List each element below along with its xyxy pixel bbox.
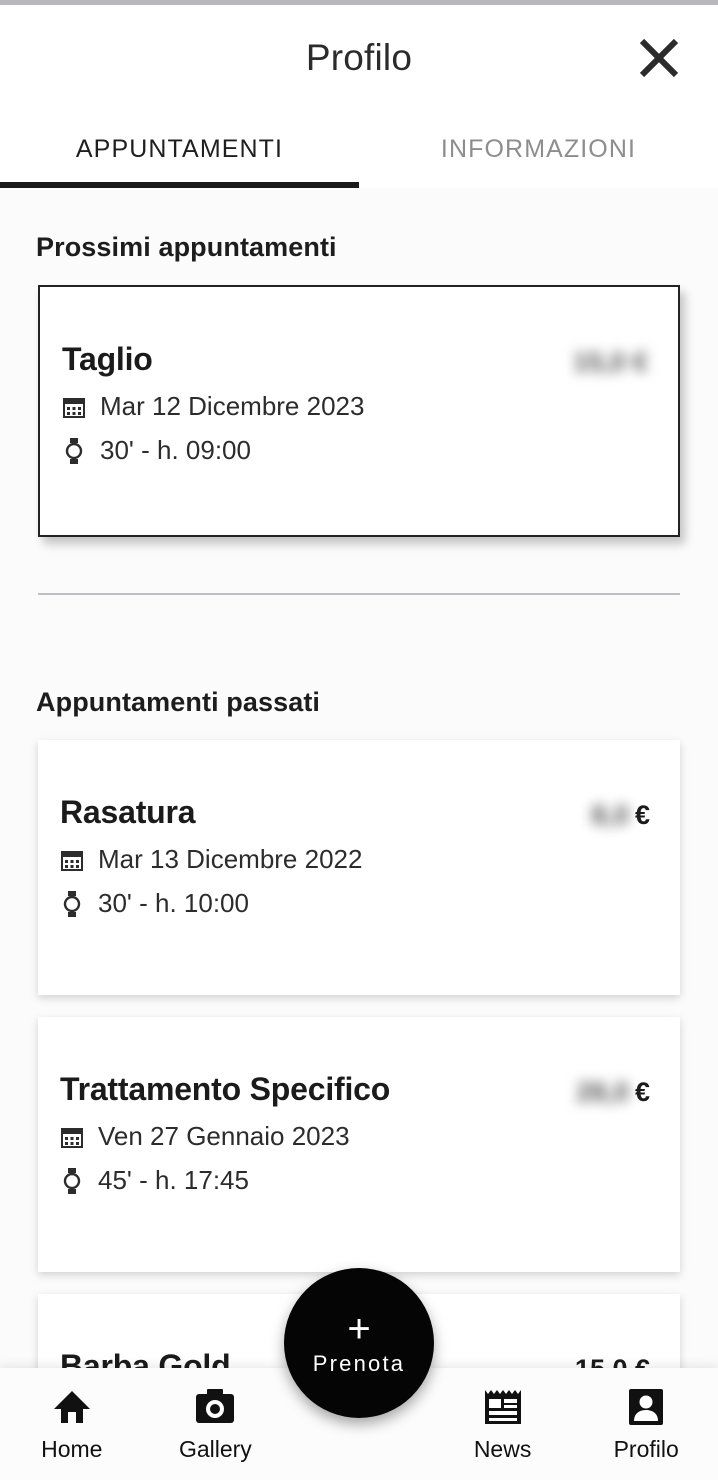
page-title: Profilo <box>305 36 413 78</box>
appointment-price-value: 28,0 <box>576 1077 629 1107</box>
appointment-card-past[interactable]: Rasatura 8,0 € Mar 13 Dicembre 2022 30' … <box>38 740 680 995</box>
appointment-date-row: Mar 13 Dicembre 2022 <box>60 844 650 875</box>
appointment-time-row: 45' - h. 17:45 <box>60 1165 650 1196</box>
appointment-duration-time: 30' - h. 10:00 <box>98 888 249 918</box>
contact-card-icon <box>628 1385 664 1429</box>
watch-icon <box>62 437 86 464</box>
watch-icon <box>60 1167 84 1194</box>
appointment-duration-time: 30' - h. 09:00 <box>100 435 251 465</box>
tab-appuntamenti[interactable]: APPUNTAMENTI <box>0 110 359 188</box>
prenota-fab-button[interactable]: + Prenota <box>284 1268 434 1418</box>
appointment-title: Taglio <box>62 341 153 377</box>
appointment-price: 15,0 € <box>575 1350 650 1368</box>
nav-item-gallery[interactable]: Gallery <box>144 1385 288 1463</box>
nav-item-home-label: Home <box>41 1436 103 1462</box>
nav-item-profilo-label: Profilo <box>613 1436 679 1462</box>
appointment-title: Trattamento Specifico <box>60 1071 391 1107</box>
appointments-scroll-area[interactable]: Prossimi appuntamenti Taglio 15,0 € Mar … <box>0 188 718 1368</box>
prenota-fab-label: Prenota <box>312 1351 406 1376</box>
nav-item-home[interactable]: Home <box>0 1385 144 1463</box>
appointment-title: Barba Gold <box>60 1348 231 1368</box>
appointment-date-row: Ven 27 Gennaio 2023 <box>60 1121 650 1152</box>
nav-item-gallery-label: Gallery <box>178 1436 252 1462</box>
appointment-price: 28,0 € <box>576 1073 650 1108</box>
appointment-price: 8,0 € <box>591 796 650 831</box>
calendar-icon <box>60 847 84 873</box>
tab-appuntamenti-label: APPUNTAMENTI <box>75 134 284 163</box>
appointment-price-value: 8,0 <box>591 800 629 830</box>
nav-item-news-label: News <box>473 1436 532 1462</box>
tab-informazioni-label: INFORMAZIONI <box>440 134 637 163</box>
appointment-price-value: 15,0 € <box>572 347 648 377</box>
tab-bar: APPUNTAMENTI INFORMAZIONI <box>0 110 718 188</box>
appointment-card-past[interactable]: Trattamento Specifico 28,0 € Ven 27 Genn… <box>38 1017 680 1272</box>
calendar-icon <box>60 1124 84 1150</box>
appointment-duration-time: 45' - h. 17:45 <box>98 1165 249 1195</box>
camera-icon <box>194 1385 236 1429</box>
appointment-price: 15,0 € <box>573 343 648 378</box>
appointment-price-currency: € <box>634 800 650 830</box>
appointment-title: Rasatura <box>60 794 196 830</box>
appointment-date: Ven 27 Gennaio 2023 <box>98 1121 350 1151</box>
section-title-upcoming: Prossimi appuntamenti <box>36 232 337 262</box>
home-icon <box>52 1385 92 1429</box>
nav-item-profilo[interactable]: Profilo <box>574 1385 718 1463</box>
section-title-past: Appuntamenti passati <box>36 687 321 717</box>
appointment-price-currency: € <box>634 1077 650 1107</box>
appointment-date: Mar 13 Dicembre 2022 <box>98 844 363 874</box>
appointment-date-row: Mar 12 Dicembre 2023 <box>62 391 648 422</box>
calendar-icon <box>62 394 86 420</box>
nav-item-news[interactable]: News <box>431 1385 575 1463</box>
page-header: Profilo <box>0 5 718 110</box>
appointment-card-upcoming[interactable]: Taglio 15,0 € Mar 12 Dicembre 2023 30' -… <box>38 285 680 537</box>
watch-icon <box>60 890 84 917</box>
newspaper-icon <box>483 1385 523 1429</box>
plus-icon: + <box>347 1307 371 1351</box>
tab-informazioni[interactable]: INFORMAZIONI <box>359 110 718 188</box>
appointment-price-value: 15,0 € <box>575 1354 650 1368</box>
appointment-time-row: 30' - h. 10:00 <box>60 888 650 919</box>
appointment-time-row: 30' - h. 09:00 <box>62 435 648 466</box>
close-icon[interactable] <box>628 27 690 89</box>
appointment-date: Mar 12 Dicembre 2023 <box>100 391 365 421</box>
